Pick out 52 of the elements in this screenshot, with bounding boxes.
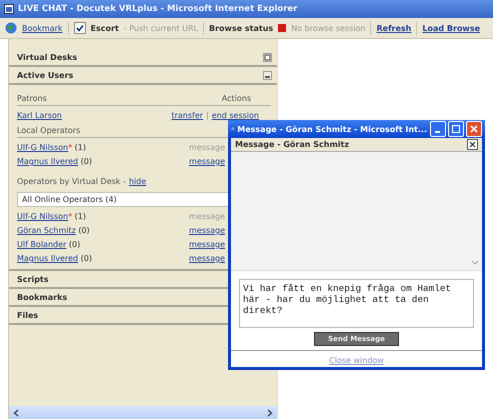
group-heading: Operators by Virtual Desk -	[17, 176, 126, 186]
window-title: LIVE CHAT - Docutek VRLplus - Microsoft Internet Explorer	[18, 4, 298, 14]
hide-link[interactable]: hide	[128, 176, 146, 186]
message-link[interactable]: message	[189, 240, 225, 249]
expand-icon	[263, 52, 272, 62]
message-link[interactable]: message	[189, 226, 225, 235]
close-icon	[470, 125, 478, 133]
scroll-right-icon	[267, 408, 273, 416]
collapse-icon	[263, 70, 272, 80]
page-icon	[4, 4, 14, 14]
escort-checkbox[interactable]	[74, 22, 86, 34]
browse-status-text: No browse session	[291, 24, 366, 32]
refresh-link[interactable]: Refresh	[376, 24, 412, 32]
maximize-icon	[452, 125, 460, 133]
horizontal-scrollbar[interactable]	[9, 406, 277, 419]
message-link[interactable]: message	[189, 157, 225, 166]
flag-mark: *	[68, 212, 72, 221]
flag-mark: *	[68, 143, 72, 152]
minimize-button[interactable]	[430, 121, 446, 137]
operator-count: (1)	[74, 143, 86, 152]
column-heading: Patrons	[17, 94, 47, 102]
operator-count: (0)	[80, 254, 92, 263]
message-title: Message - Göran Schmitz	[235, 140, 349, 149]
browse-status-label: Browse status	[209, 24, 274, 32]
scroll-left-icon	[13, 408, 19, 416]
operator-count: (0)	[68, 240, 80, 249]
message-input[interactable]: Vi har fått en knepig fråga om Hamlet här - har du möjlighet att ta den direkt?	[239, 279, 474, 328]
bookmark-link[interactable]: Bookmark	[22, 24, 63, 32]
close-icon	[469, 141, 476, 148]
scroll-down-icon	[471, 260, 479, 266]
push-url-text: - Push current URL	[124, 24, 198, 32]
close-button[interactable]	[467, 139, 478, 150]
operator-count: (0)	[80, 157, 92, 166]
operator-name-link[interactable]: Magnus Ilvered	[17, 254, 78, 263]
page-icon	[231, 124, 234, 134]
operator-count: (0)	[77, 226, 90, 235]
load-browse-link[interactable]: Load Browse	[422, 24, 480, 32]
globe-icon	[5, 22, 17, 34]
operator-name-link[interactable]: Göran Schmitz	[17, 226, 76, 235]
action-link[interactable]: end session	[212, 111, 259, 120]
operator-name-link[interactable]: Ulf Bolander	[17, 240, 66, 249]
column-heading: Actions	[222, 94, 251, 102]
operator-name-link[interactable]: Magnus Ilvered	[17, 157, 78, 166]
message-link[interactable]: message	[189, 254, 225, 263]
operator-count: (1)	[74, 212, 86, 221]
status-square-icon	[278, 24, 286, 32]
patron-name-link[interactable]: Karl Larson	[17, 111, 62, 120]
separator-text: |	[206, 111, 209, 120]
action-link[interactable]: transfer	[171, 111, 204, 120]
escort-label: Escort	[90, 24, 119, 32]
checkmark-icon	[76, 24, 84, 32]
maximize-button[interactable]	[448, 121, 464, 137]
